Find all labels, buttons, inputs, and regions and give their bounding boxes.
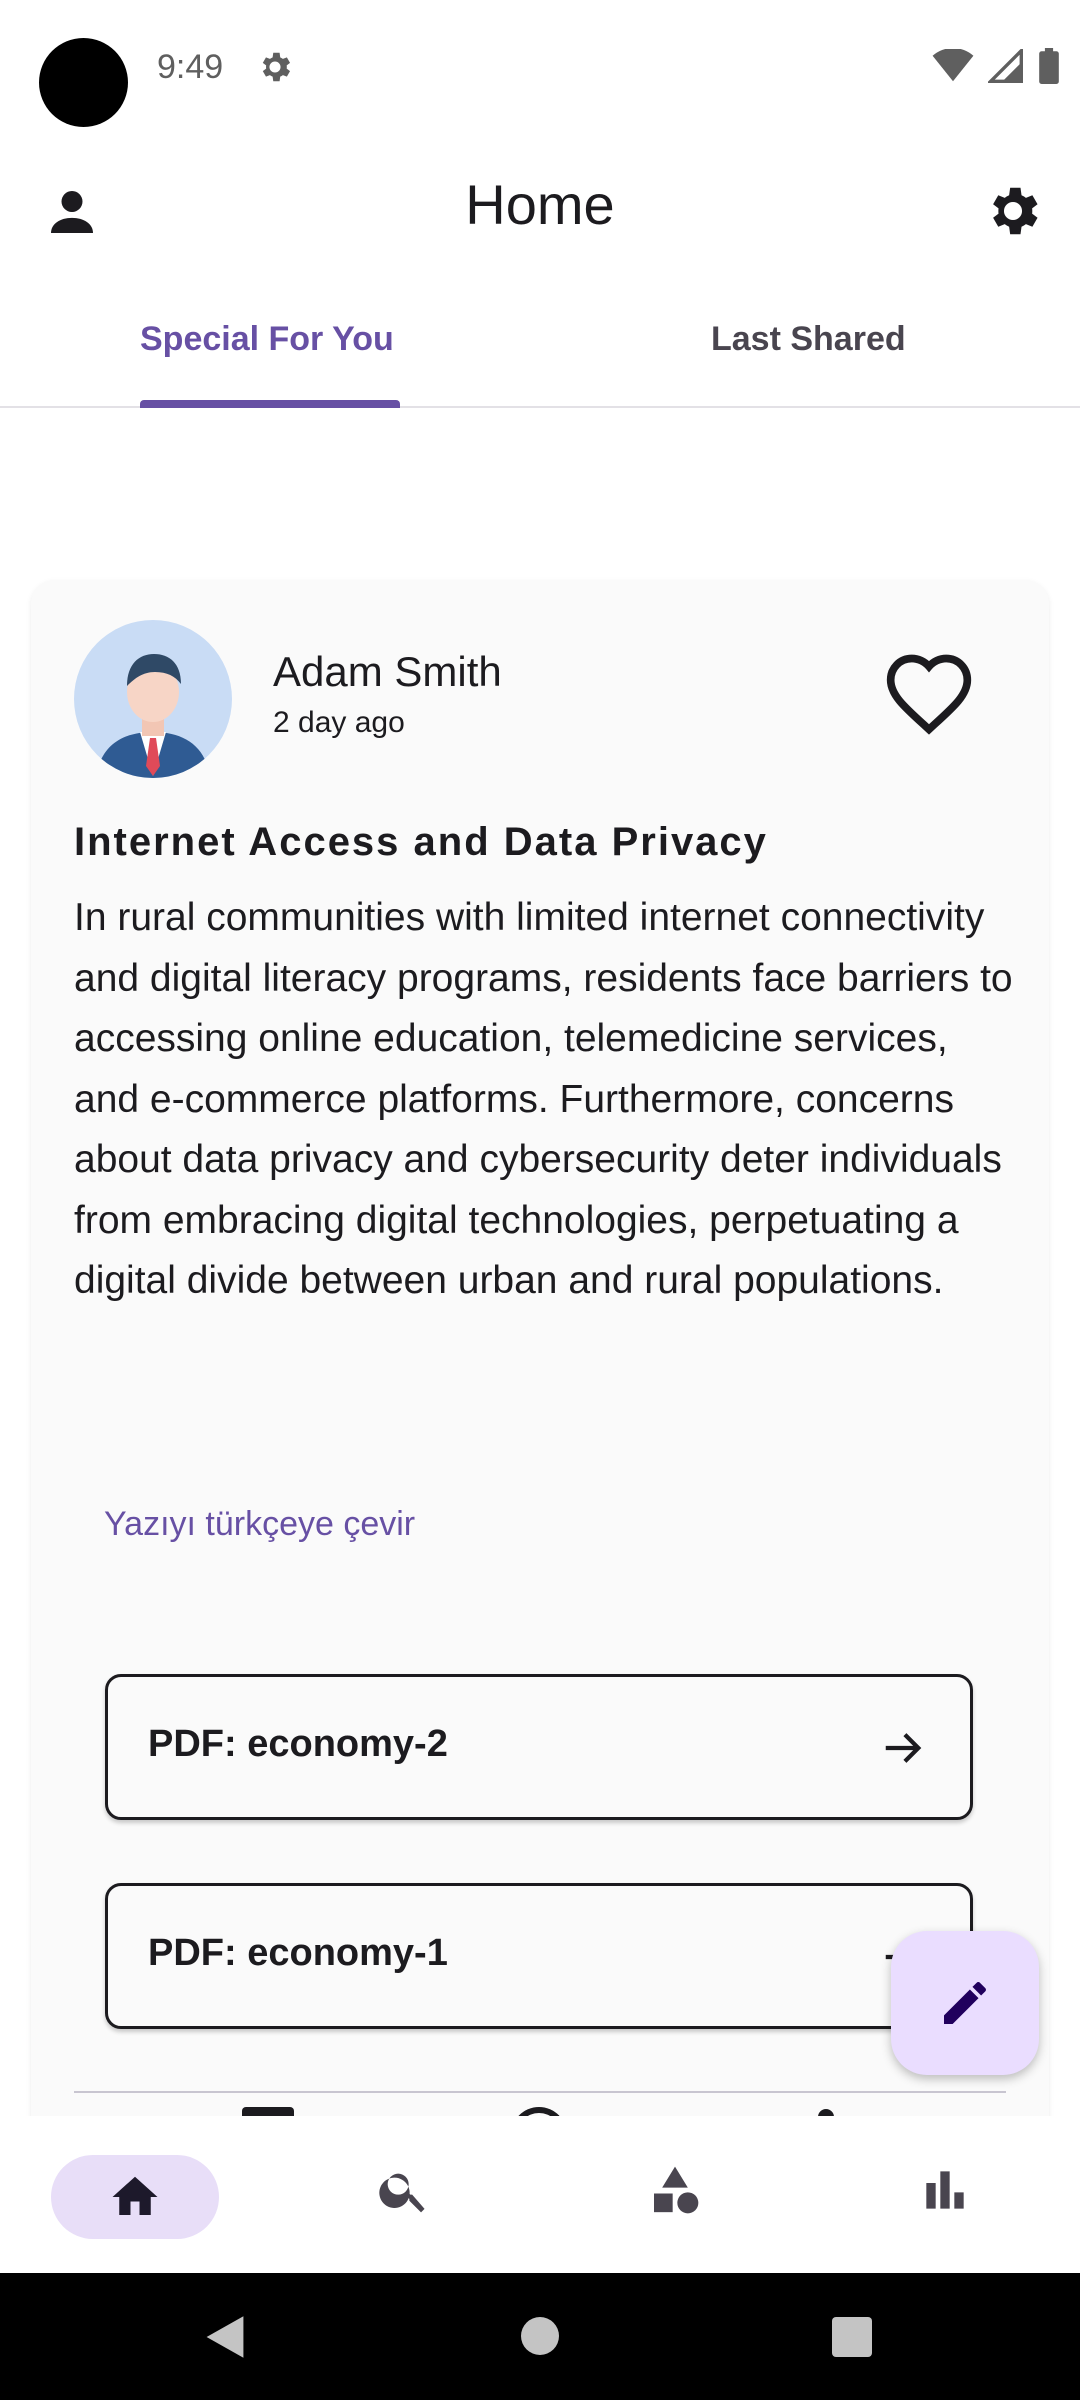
heart-icon[interactable]: [883, 650, 975, 736]
bottom-navigation: [0, 2117, 1080, 2273]
tab-indicator: [140, 400, 400, 408]
compose-button[interactable]: [891, 1931, 1039, 2075]
post-card: Adam Smith 2 day ago Internet Access and…: [31, 580, 1049, 2116]
pdf-attachment-label: PDF: economy-1: [148, 1932, 448, 1974]
tab-special-for-you[interactable]: Special For You: [140, 320, 394, 359]
pdf-attachment-label: PDF: economy-2: [148, 1723, 448, 1765]
like-icon[interactable]: [511, 2107, 567, 2116]
system-navigation-bar: [0, 2273, 1080, 2400]
app-bar: Home: [0, 150, 1080, 270]
back-icon[interactable]: [202, 2313, 248, 2361]
signal-icon: [988, 49, 1023, 83]
tab-last-shared[interactable]: Last Shared: [711, 320, 906, 359]
avatar-illustration: [96, 654, 210, 778]
status-indicators: [932, 48, 1060, 84]
nav-home[interactable]: [51, 2155, 219, 2239]
shapes-icon: [654, 2166, 699, 2214]
card-divider: [74, 2091, 1006, 2093]
share-icon[interactable]: [818, 2109, 834, 2116]
nav-stats[interactable]: [910, 2155, 980, 2225]
status-time: 9:49: [157, 48, 224, 86]
pdf-attachment-button[interactable]: PDF: economy-1: [105, 1883, 973, 2029]
status-bar: 9:49: [0, 0, 1080, 135]
post-title: Internet Access and Data Privacy: [74, 820, 768, 864]
arrow-right-icon: [885, 1733, 922, 1763]
home-icon: [112, 2176, 158, 2215]
battery-icon: [1039, 48, 1059, 84]
edit-icon: [944, 1982, 986, 2024]
comment-icon[interactable]: [242, 2107, 294, 2116]
post-body: In rural communities with limited intern…: [74, 896, 1013, 1302]
nav-categories[interactable]: [640, 2155, 710, 2225]
bar-chart-icon: [926, 2171, 964, 2209]
avatar[interactable]: [74, 620, 232, 778]
search-icon: [379, 2173, 425, 2213]
home-nav-icon[interactable]: [521, 2317, 559, 2355]
author-name[interactable]: Adam Smith: [273, 648, 502, 696]
camera-cutout: [39, 38, 128, 127]
recents-icon[interactable]: [832, 2317, 872, 2357]
tab-bar: Special For You Last Shared: [0, 300, 1080, 408]
settings-status-icon: [262, 52, 291, 82]
nav-search[interactable]: [369, 2155, 439, 2225]
post-time: 2 day ago: [273, 706, 405, 739]
card-actions: [31, 2107, 1049, 2116]
wifi-icon: [932, 49, 974, 82]
translate-link[interactable]: Yazıyı türkçeye çevir: [104, 1505, 415, 1544]
feed[interactable]: Adam Smith 2 day ago Internet Access and…: [0, 410, 1080, 2116]
page-title: Home: [465, 173, 615, 236]
pdf-attachment-button[interactable]: PDF: economy-2: [105, 1674, 973, 1820]
settings-icon[interactable]: [982, 180, 1044, 242]
